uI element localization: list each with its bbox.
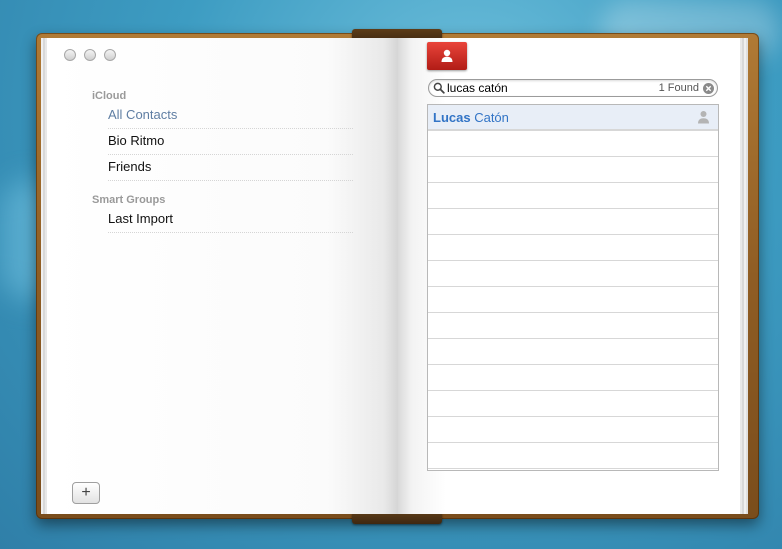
contact-first-name: Lucas: [433, 110, 471, 125]
search-icon: [433, 82, 445, 94]
search-input[interactable]: [447, 80, 647, 96]
clear-search-icon[interactable]: [703, 83, 714, 94]
contact-last-name: Catón: [474, 110, 509, 125]
person-icon: [698, 111, 709, 124]
group-item-all-contacts[interactable]: All Contacts: [108, 104, 353, 129]
add-group-button[interactable]: +: [72, 482, 100, 504]
contact-name: Lucas Catón: [433, 110, 509, 125]
person-card-icon: [441, 49, 453, 62]
group-item-last-import[interactable]: Last Import: [108, 208, 353, 233]
group-item-friends[interactable]: Friends: [108, 156, 353, 181]
minimize-button[interactable]: [84, 49, 96, 61]
zoom-button[interactable]: [104, 49, 116, 61]
search-result-count: 1 Found: [658, 82, 699, 94]
contacts-list: Lucas Catón: [427, 104, 719, 471]
search-field[interactable]: 1 Found: [428, 79, 718, 97]
contact-row[interactable]: Lucas Catón: [428, 105, 718, 130]
section-header-smart-groups: Smart Groups: [92, 194, 166, 206]
section-header-icloud: iCloud: [92, 90, 127, 102]
card-view-button[interactable]: [427, 42, 467, 70]
close-button[interactable]: [64, 49, 76, 61]
group-item-bio-ritmo[interactable]: Bio Ritmo: [108, 130, 353, 155]
